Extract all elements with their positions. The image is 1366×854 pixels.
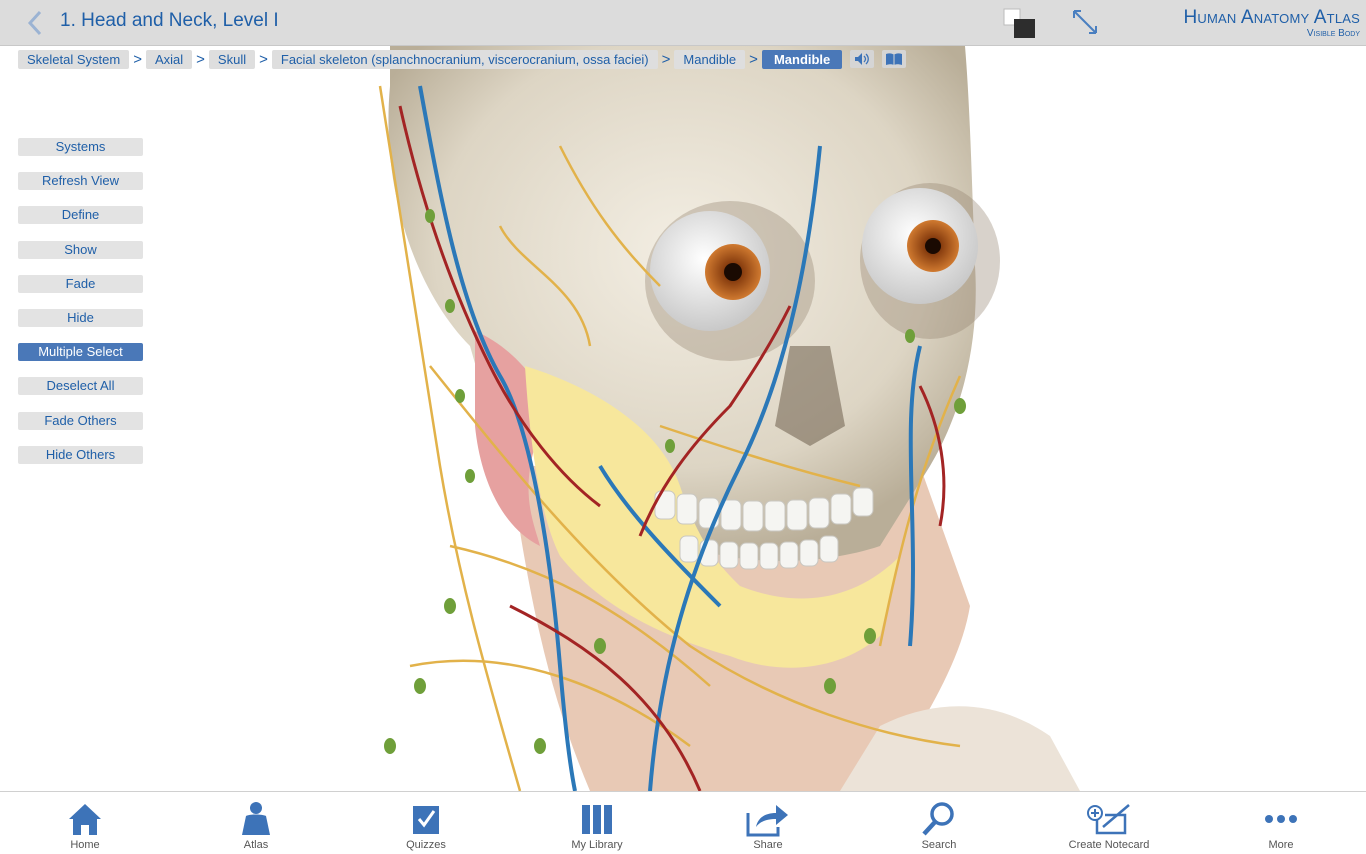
home-icon [30,800,140,838]
tab-search[interactable]: Search [884,800,994,851]
app-window: 1. Head and Neck, Level I Human Anatomy … [0,0,1366,854]
tab-quizzes[interactable]: Quizzes [371,800,481,851]
systems-button[interactable]: Systems [18,138,143,156]
define-button[interactable]: Define [18,206,143,225]
show-button[interactable]: Show [18,240,143,259]
breadcrumb-separator: > [749,50,758,68]
tab-label: Share [753,839,783,851]
breadcrumb-item-mandible[interactable]: Mandible [674,49,746,69]
refresh-view-button[interactable]: Refresh View [18,172,143,191]
fade-button[interactable]: Fade [18,274,143,293]
tab-atlas[interactable]: Atlas [201,800,311,851]
layers-toggle-icon[interactable] [1002,7,1038,39]
tool-panel: Systems Refresh View Define Show Fade Hi… [18,138,143,480]
fade-others-button[interactable]: Fade Others [18,411,143,430]
breadcrumb-item-skeletal-system[interactable]: Skeletal System [18,49,130,69]
header-bar: 1. Head and Neck, Level I Human Anatomy … [0,0,1366,46]
library-icon [542,800,652,838]
person-icon [201,800,311,838]
bottom-tab-bar: Home Atlas Quizzes My Library Share Sear… [0,791,1366,854]
share-icon [713,800,823,838]
back-chevron-icon[interactable] [24,8,48,38]
tab-label: More [1268,839,1294,851]
book-definition-icon[interactable] [882,50,907,68]
multiple-select-button[interactable]: Multiple Select [18,343,143,362]
hide-others-button[interactable]: Hide Others [18,445,143,464]
tab-label: Atlas [243,839,269,851]
anatomy-3d-viewer[interactable] [360,46,1110,792]
breadcrumb-item-skull[interactable]: Skull [208,49,256,69]
audio-pronounce-icon[interactable] [850,50,875,68]
tab-label: My Library [571,839,623,851]
tab-more[interactable]: More [1226,800,1336,851]
brand-subtitle: Visible Body [1306,28,1360,39]
notecard-icon [1054,800,1164,838]
breadcrumb-item-axial[interactable]: Axial [145,49,193,69]
breadcrumb-separator: > [196,50,205,68]
hide-button[interactable]: Hide [18,308,143,327]
breadcrumb-current[interactable]: Mandible [761,49,843,69]
breadcrumb: Skeletal System > Axial > Skull > Facial… [18,49,907,69]
tab-my-library[interactable]: My Library [542,800,652,851]
page-title: 1. Head and Neck, Level I [60,10,279,31]
deselect-all-button[interactable]: Deselect All [18,377,143,396]
brand-name: Human Anatomy Atlas [1183,7,1360,28]
tab-share[interactable]: Share [713,800,823,851]
tab-label: Home [70,839,100,851]
breadcrumb-separator: > [259,50,268,68]
more-icon [1226,800,1336,838]
checkbox-icon [371,800,481,838]
breadcrumb-separator: > [133,50,142,68]
tab-home[interactable]: Home [30,800,140,851]
brand-logo: Human Anatomy Atlas Visible Body [1183,7,1360,39]
breadcrumb-item-facial-skeleton[interactable]: Facial skeleton (splanchnocranium, visce… [271,49,658,69]
tab-label: Quizzes [406,839,446,851]
expand-icon[interactable] [1070,7,1100,37]
search-icon [884,800,994,838]
tab-create-notecard[interactable]: Create Notecard [1054,800,1164,851]
tab-label: Create Notecard [1068,839,1150,851]
skull-render [378,46,1080,792]
tab-label: Search [921,839,957,851]
breadcrumb-separator: > [661,50,671,68]
